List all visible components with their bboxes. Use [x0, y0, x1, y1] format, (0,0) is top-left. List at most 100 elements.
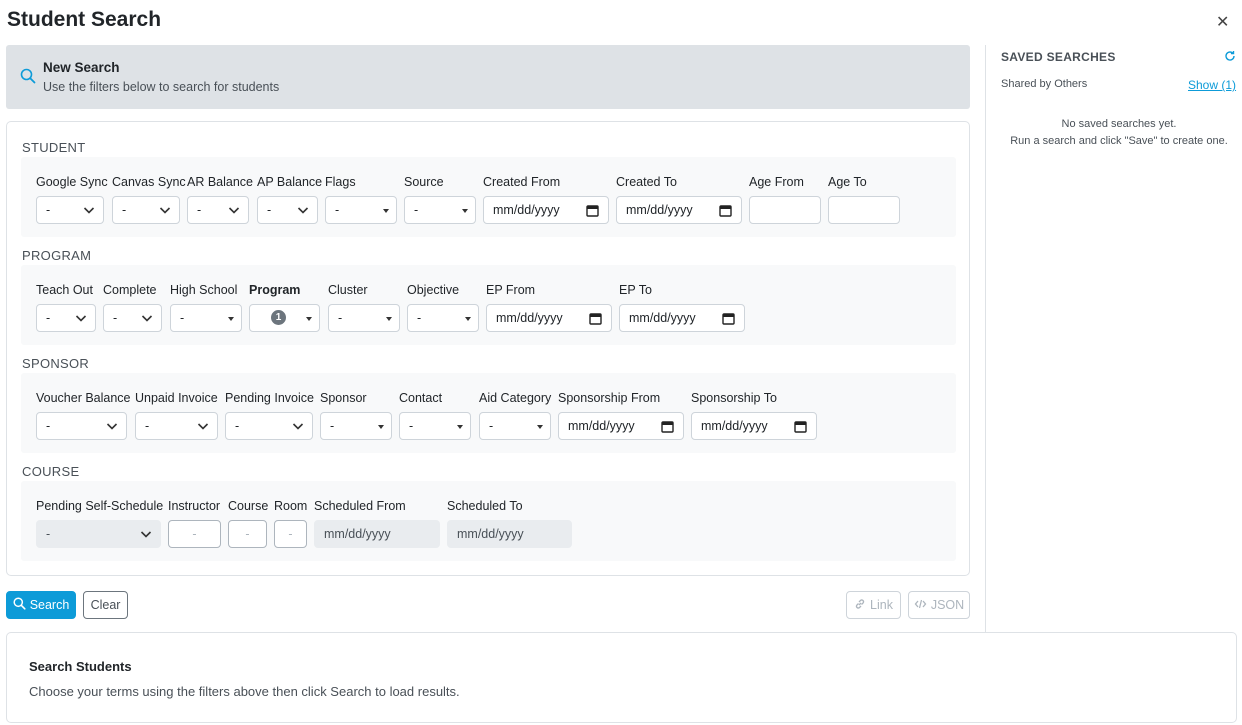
section-heading-student: STUDENT [22, 140, 86, 155]
calendar-icon[interactable] [586, 204, 599, 220]
field-label: Pending Self-Schedule [36, 499, 164, 513]
field-label: Course [228, 499, 269, 513]
select-value: - [267, 203, 272, 217]
calendar-icon[interactable] [661, 420, 674, 436]
caret-down-icon [306, 317, 312, 321]
field-label: AP Balance [257, 175, 323, 189]
empty-state-line1: No saved searches yet. [1061, 118, 1177, 130]
select-value: - [330, 419, 335, 433]
caret-down-icon [228, 317, 234, 321]
date-placeholder: mm/dd/yyyy [568, 419, 635, 433]
link-button[interactable]: Link [846, 591, 901, 619]
calendar-icon[interactable] [722, 312, 735, 328]
field-label: Room [274, 499, 308, 513]
canvas-sync-select[interactable]: - [112, 196, 180, 224]
voucher-balance-select[interactable]: - [36, 412, 127, 440]
field-label: Pending Invoice [225, 391, 314, 405]
field-label: Sponsor [320, 391, 367, 405]
cluster-select[interactable]: - [328, 304, 400, 332]
select-value: - [122, 203, 127, 217]
chevron-down-icon [159, 204, 171, 219]
new-search-banner: New Search Use the filters below to sear… [6, 45, 970, 109]
field-label: AR Balance [187, 175, 254, 189]
search-icon [13, 597, 26, 613]
created-to-date-input[interactable]: mm/dd/yyyy [616, 196, 742, 224]
flags-select[interactable]: - [325, 196, 397, 224]
field-label: Instructor [168, 499, 221, 513]
field-label: Objective [407, 283, 460, 297]
date-placeholder: mm/dd/yyyy [457, 527, 524, 541]
select-value: - [338, 311, 343, 325]
search-button-label: Search [29, 598, 70, 612]
high-school-select[interactable]: - [170, 304, 242, 332]
teach-out-select[interactable]: - [36, 304, 96, 332]
program-multiselect[interactable]: 1 [249, 304, 320, 332]
pending-self-schedule-select[interactable]: - [36, 520, 161, 548]
date-placeholder: mm/dd/yyyy [701, 419, 768, 433]
instructor-input[interactable]: - [168, 520, 221, 548]
calendar-icon[interactable] [719, 204, 732, 220]
close-icon[interactable]: ✕ [1216, 12, 1229, 32]
room-input[interactable]: - [274, 520, 307, 548]
objective-select[interactable]: - [407, 304, 479, 332]
sponsor-select[interactable]: - [320, 412, 392, 440]
scheduled-to-date-input[interactable]: mm/dd/yyyy [447, 520, 572, 548]
input-value: - [288, 527, 293, 541]
scheduled-from-date-input[interactable]: mm/dd/yyyy [314, 520, 440, 548]
search-button[interactable]: Search [6, 591, 76, 619]
aid-category-select[interactable]: - [479, 412, 551, 440]
select-value: - [335, 203, 340, 217]
refresh-icon[interactable] [1224, 49, 1236, 67]
results-instructions: Choose your terms using the filters abov… [29, 684, 460, 699]
section-heading-sponsor: SPONSOR [22, 356, 90, 371]
link-button-label: Link [870, 598, 893, 612]
select-value: - [180, 311, 185, 325]
source-select[interactable]: - [404, 196, 476, 224]
section-heading-course: COURSE [22, 464, 80, 479]
google-sync-select[interactable]: - [36, 196, 104, 224]
caret-down-icon [465, 317, 471, 321]
field-label: Contact [399, 391, 443, 405]
empty-state-line2: Run a search and click "Save" to create … [1010, 135, 1228, 147]
select-value: - [46, 203, 51, 217]
field-label: Scheduled To [447, 499, 523, 513]
field-label: EP To [619, 283, 652, 297]
field-label: Unpaid Invoice [135, 391, 218, 405]
json-button[interactable]: JSON [908, 591, 970, 619]
created-from-date-input[interactable]: mm/dd/yyyy [483, 196, 609, 224]
ap-balance-select[interactable]: - [257, 196, 318, 224]
link-icon [854, 598, 866, 613]
sponsorship-to-date-input[interactable]: mm/dd/yyyy [691, 412, 817, 440]
show-shared-link[interactable]: Show (1) [1188, 78, 1236, 92]
unpaid-invoice-select[interactable]: - [135, 412, 218, 440]
chevron-down-icon [292, 420, 304, 435]
ep-to-date-input[interactable]: mm/dd/yyyy [619, 304, 745, 332]
pending-invoice-select[interactable]: - [225, 412, 313, 440]
course-filters: Pending Self-Schedule - Instructor - Cou… [21, 481, 956, 561]
date-placeholder: mm/dd/yyyy [629, 311, 696, 325]
banner-subtitle: Use the filters below to search for stud… [43, 80, 280, 94]
calendar-icon[interactable] [589, 312, 602, 328]
chevron-down-icon [297, 204, 309, 219]
contact-select[interactable]: - [399, 412, 471, 440]
chevron-down-icon [141, 312, 153, 327]
age-to-input[interactable] [828, 196, 900, 224]
ep-from-date-input[interactable]: mm/dd/yyyy [486, 304, 612, 332]
field-label: Teach Out [36, 283, 93, 297]
calendar-icon[interactable] [794, 420, 807, 436]
sponsorship-from-date-input[interactable]: mm/dd/yyyy [558, 412, 684, 440]
search-icon [20, 68, 36, 89]
caret-down-icon [462, 209, 468, 213]
json-button-label: JSON [930, 598, 965, 612]
sponsor-filters: Voucher Balance - Unpaid Invoice - Pendi… [21, 373, 956, 453]
ar-balance-select[interactable]: - [187, 196, 249, 224]
age-from-input[interactable] [749, 196, 821, 224]
select-value: - [46, 527, 51, 541]
field-label: High School [170, 283, 238, 297]
clear-button[interactable]: Clear [83, 591, 128, 619]
field-label: Program [249, 283, 301, 297]
course-input[interactable]: - [228, 520, 267, 548]
complete-select[interactable]: - [103, 304, 162, 332]
section-heading-program: PROGRAM [22, 248, 92, 263]
shared-by-others-label: Shared by Others [1001, 78, 1088, 90]
